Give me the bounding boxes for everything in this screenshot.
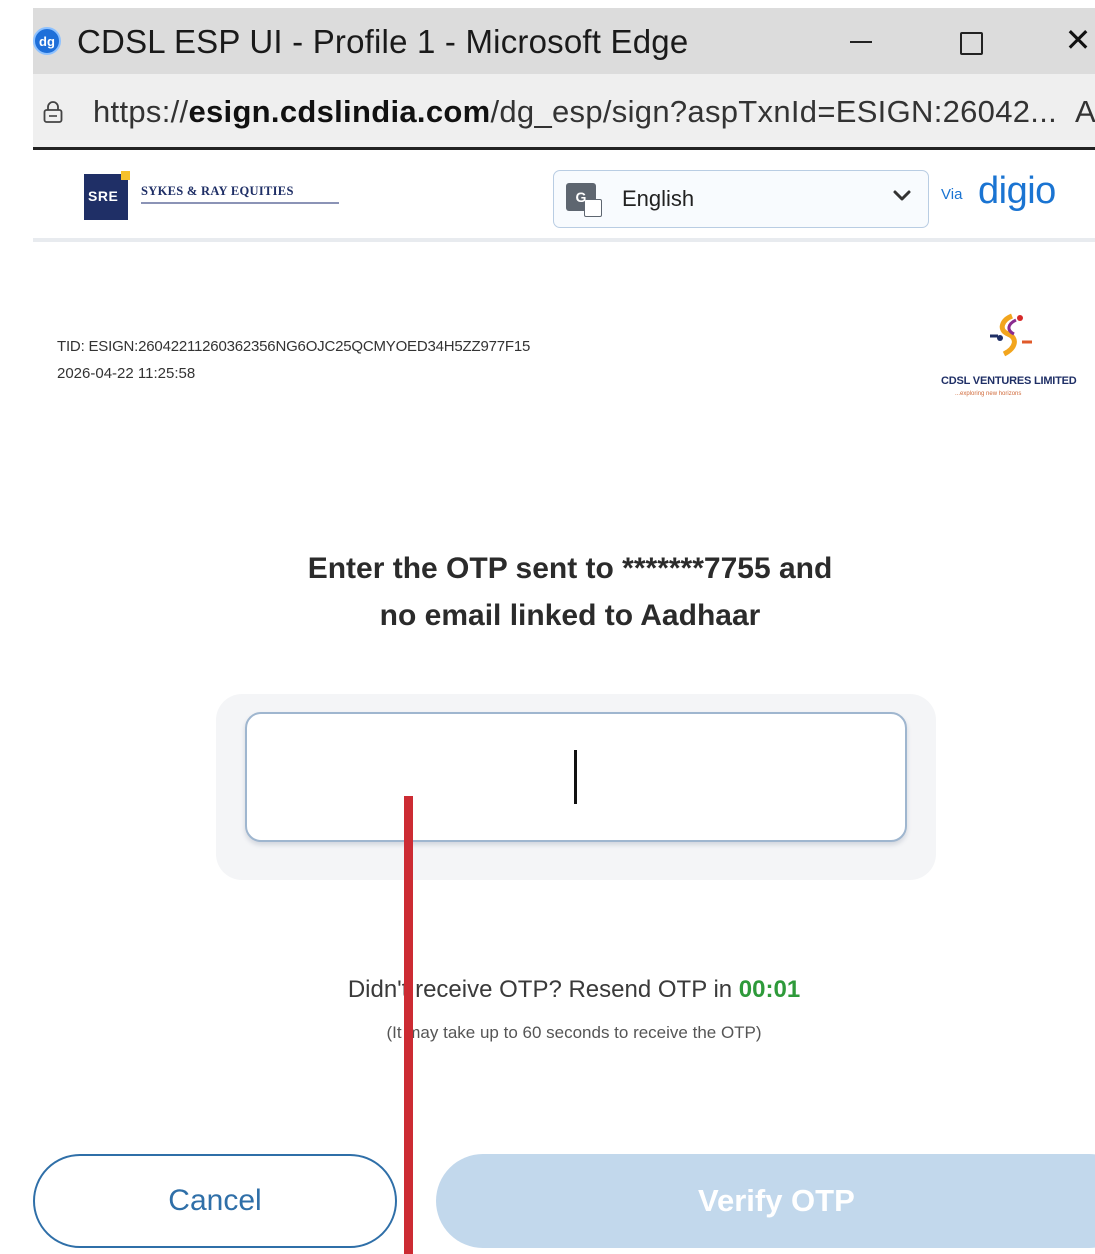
text-caret — [574, 750, 577, 804]
cdsl-logo-icon — [990, 313, 1032, 357]
url-text[interactable]: https://esign.cdslindia.com/dg_esp/sign?… — [93, 94, 1057, 130]
address-bar[interactable]: https://esign.cdslindia.com/dg_esp/sign?… — [33, 74, 1095, 150]
partner-logo-name: CDSL VENTURES LIMITED — [941, 375, 1077, 387]
partner-logo-tagline: ...exploring new horizons — [955, 391, 1022, 397]
transaction-timestamp: 2026-04-22 11:25:58 — [57, 365, 196, 382]
url-domain: esign.cdslindia.com — [188, 94, 491, 129]
red-annotation-line — [404, 796, 413, 1254]
close-button[interactable]: ✕ — [1058, 21, 1095, 59]
otp-delay-note: (It may take up to 60 seconds to receive… — [386, 1023, 762, 1042]
url-scheme: https:// — [93, 94, 189, 129]
cancel-button[interactable]: Cancel — [33, 1154, 397, 1248]
minimize-button[interactable] — [841, 22, 881, 58]
window-title: CDSL ESP UI - Profile 1 - Microsoft Edge — [77, 23, 689, 60]
verify-otp-button[interactable]: Verify OTP — [436, 1154, 1095, 1248]
brand-tagline — [141, 202, 339, 204]
brand-name: SYKES & RAY EQUITIES — [141, 184, 294, 198]
resend-timer: 00:01 — [738, 976, 801, 1003]
otp-prompt-line-1: Enter the OTP sent to *******7755 and — [307, 552, 833, 585]
browser-window: dg CDSL ESP UI - Profile 1 - Microsoft E… — [0, 0, 1095, 1254]
language-selected-value: English — [622, 186, 695, 211]
otp-prompt-line-2: no email linked to Aadhaar — [379, 599, 761, 632]
address-bar-trailing-text: A — [1075, 94, 1095, 129]
sre-logo: SRE — [84, 171, 130, 220]
title-bar: dg CDSL ESP UI - Profile 1 - Microsoft E… — [33, 8, 1095, 74]
transaction-id: TID: ESIGN:26042211260362356NG6OJC25QCMY… — [57, 338, 531, 355]
via-label: Via — [941, 186, 963, 203]
resend-otp-text: Didn't receive OTP? Resend OTP in 00:01 — [220, 976, 928, 1004]
language-select[interactable]: G English — [553, 170, 929, 228]
maximize-button[interactable] — [951, 22, 991, 58]
chevron-down-icon — [893, 190, 911, 201]
translate-icon: G — [566, 183, 602, 217]
digio-logo: digio — [978, 170, 1056, 212]
digio-app-icon: dg — [33, 27, 61, 55]
url-path: /dg_esp/sign?aspTxnId=ESIGN:26042... — [490, 94, 1058, 129]
otp-prompt: Enter the OTP sent to *******7755 and no… — [200, 545, 940, 639]
site-header: SRE SYKES & RAY EQUITIES G English Via d… — [33, 150, 1095, 242]
lock-icon[interactable] — [43, 101, 63, 123]
